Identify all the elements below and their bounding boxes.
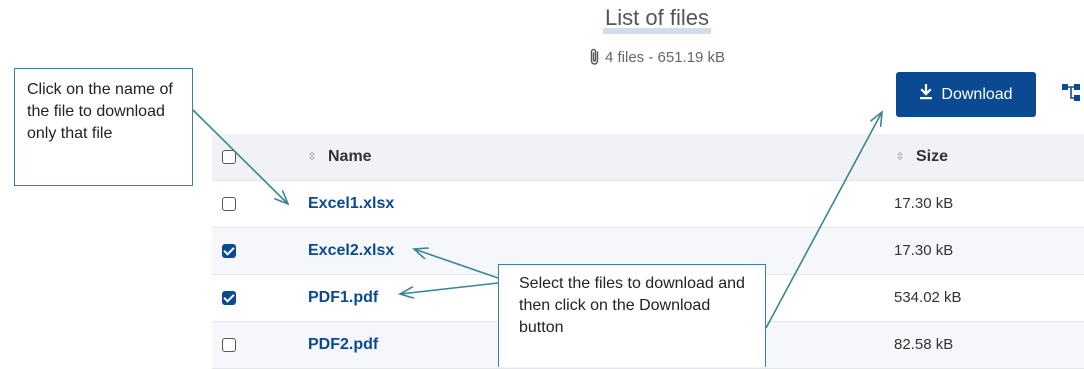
hierarchy-icon[interactable] bbox=[1062, 82, 1084, 104]
file-size-cell: 17.30 kB bbox=[894, 180, 1084, 228]
row-checkbox[interactable] bbox=[222, 337, 236, 352]
row-check-cell bbox=[212, 227, 306, 275]
file-size: 17.30 kB bbox=[894, 242, 954, 259]
row-checkbox[interactable] bbox=[222, 243, 236, 258]
table-row: Excel1.xlsx 17.30 kB bbox=[212, 180, 1084, 228]
name-column-header[interactable]: ⇳ Name bbox=[306, 134, 894, 181]
row-check-cell bbox=[212, 321, 306, 369]
files-summary: 4 files - 651.19 kB bbox=[589, 48, 725, 66]
download-button-label: Download bbox=[941, 85, 1013, 103]
download-icon bbox=[919, 83, 933, 105]
file-size: 17.30 kB bbox=[894, 195, 954, 212]
file-size-cell: 82.58 kB bbox=[894, 321, 1084, 369]
size-column-header[interactable]: ⇳ Size bbox=[894, 134, 1084, 181]
select-all-checkbox[interactable] bbox=[222, 149, 236, 164]
paperclip-icon bbox=[589, 48, 601, 66]
file-size-cell: 534.02 kB bbox=[894, 274, 1084, 322]
files-summary-text: 4 files - 651.19 kB bbox=[605, 48, 726, 66]
file-link[interactable]: Excel1.xlsx bbox=[306, 195, 394, 212]
download-button[interactable]: Download bbox=[896, 72, 1036, 117]
name-column-label: Name bbox=[328, 147, 372, 165]
row-checkbox[interactable] bbox=[222, 196, 236, 211]
row-check-cell bbox=[212, 180, 306, 228]
file-size: 82.58 kB bbox=[894, 336, 954, 353]
select-all-cell bbox=[212, 134, 306, 181]
file-name-cell: Excel1.xlsx bbox=[306, 180, 894, 228]
callout-multi-select: Select the files to download and then cl… bbox=[498, 264, 766, 367]
table-header-row: ⇳ Name ⇳ Size bbox=[212, 134, 1084, 181]
size-column-label: Size bbox=[916, 147, 949, 165]
sort-icon: ⇳ bbox=[895, 150, 905, 163]
file-link[interactable]: PDF1.pdf bbox=[306, 289, 378, 306]
row-check-cell bbox=[212, 274, 306, 322]
row-checkbox[interactable] bbox=[222, 290, 236, 305]
callout-single-file: Click on the name of the file to downloa… bbox=[14, 68, 193, 186]
file-size-cell: 17.30 kB bbox=[894, 227, 1084, 275]
file-size: 534.02 kB bbox=[894, 289, 962, 306]
file-link[interactable]: Excel2.xlsx bbox=[306, 242, 394, 259]
page-title-wrap: List of files bbox=[0, 4, 1084, 34]
sort-icon: ⇳ bbox=[307, 150, 317, 163]
page-title: List of files bbox=[603, 4, 711, 34]
file-link[interactable]: PDF2.pdf bbox=[306, 336, 378, 353]
